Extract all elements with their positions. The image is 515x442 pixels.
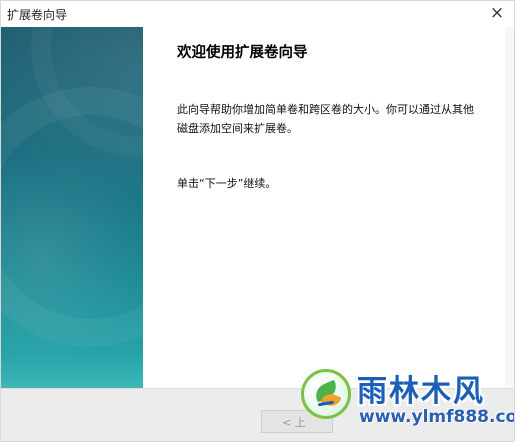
watermark-name: 雨林木风: [357, 374, 485, 409]
site-watermark: 雨林木风 www.ylmf888.com: [301, 363, 514, 435]
page-title: 欢迎使用扩展卷向导: [177, 45, 308, 61]
wizard-description: 此向导帮助你增加简单卷和跨区卷的大小。你可以通过从其他磁盘添加空间来扩展卷。: [177, 103, 474, 135]
continue-hint: 单击“下一步”继续。: [177, 177, 277, 190]
close-icon[interactable]: ×: [486, 3, 508, 23]
extend-volume-wizard-window: 扩展卷向导 × 欢迎使用扩展卷向导 此向导帮助你增加简单卷和跨区卷的大小。你可以…: [0, 0, 515, 442]
right-edge-strip: [505, 27, 514, 388]
ylmf-logo-icon: [301, 369, 351, 419]
watermark-url: www.ylmf888.com: [359, 407, 514, 427]
wizard-side-banner: [1, 1, 251, 388]
wizard-content: 欢迎使用扩展卷向导 此向导帮助你增加简单卷和跨区卷的大小。你可以通过从其他磁盘添…: [143, 27, 505, 388]
